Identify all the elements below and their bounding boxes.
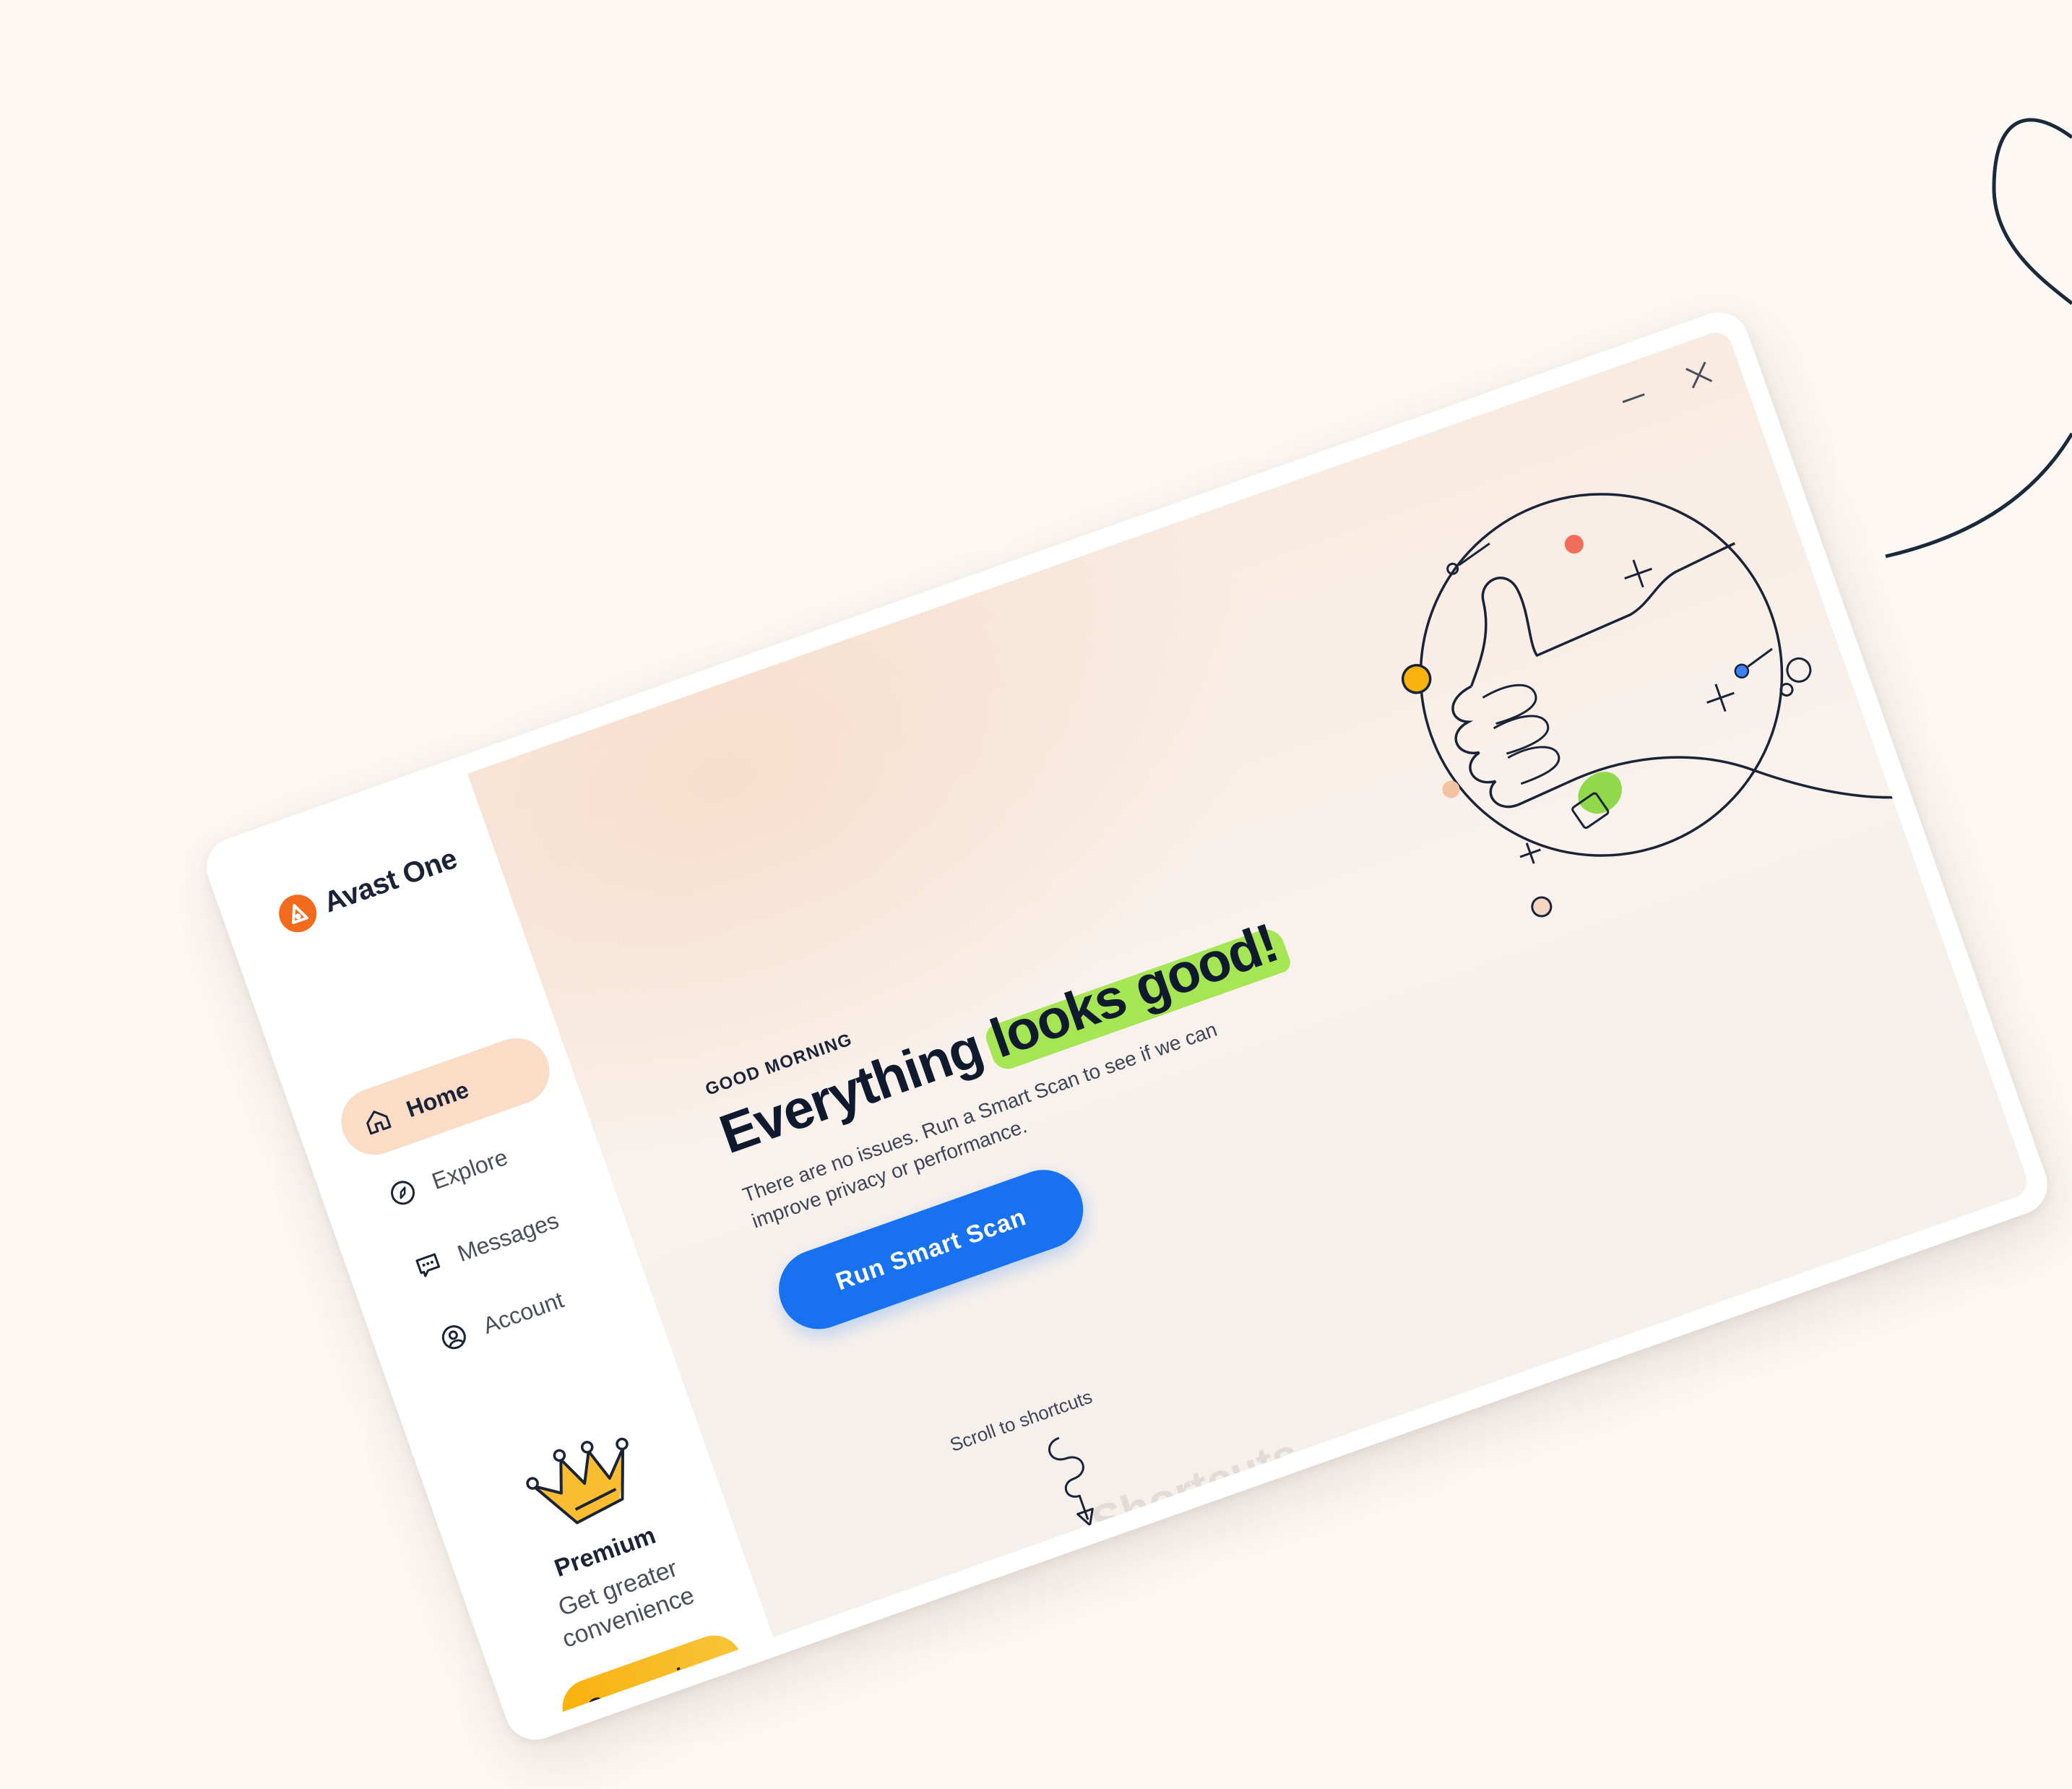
home-icon [359, 1102, 396, 1139]
user-circle-icon [436, 1319, 472, 1355]
scroll-down-arrow-icon [1048, 1436, 1094, 1527]
sidebar-item-label: Home [402, 1076, 472, 1122]
brand-name: Avast One [319, 842, 461, 919]
brand: Avast One [273, 840, 462, 938]
sidebar-item-label: Messages [454, 1206, 562, 1267]
app-device-frame: Avast One Home Explore Messages Account … [198, 303, 2056, 1749]
shortcuts-section-title: Shortcuts [1084, 1428, 1306, 1549]
thumbs-up-illustration [1301, 493, 1894, 918]
app-window: Avast One Home Explore Messages Account … [222, 327, 2032, 1725]
avast-logo-icon [273, 889, 322, 938]
chat-bubble-icon [410, 1246, 446, 1283]
compass-icon [384, 1174, 421, 1211]
sidebar-item-label: Account [479, 1285, 567, 1339]
sidebar-item-label: Explore [428, 1143, 511, 1194]
